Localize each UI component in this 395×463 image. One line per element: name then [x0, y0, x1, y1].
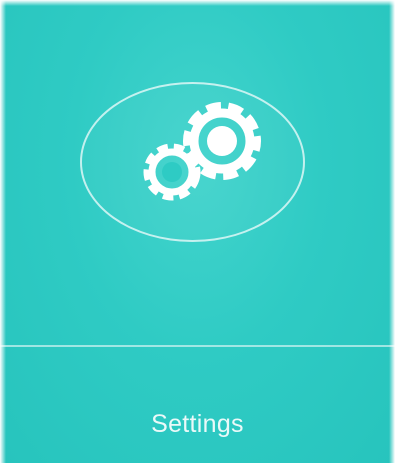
- divider: [0, 345, 395, 347]
- settings-gears-icon: [143, 102, 261, 201]
- settings-app-screen[interactable]: Settings: [0, 0, 395, 463]
- settings-icon-button[interactable]: [0, 0, 395, 345]
- settings-label[interactable]: Settings: [0, 410, 395, 439]
